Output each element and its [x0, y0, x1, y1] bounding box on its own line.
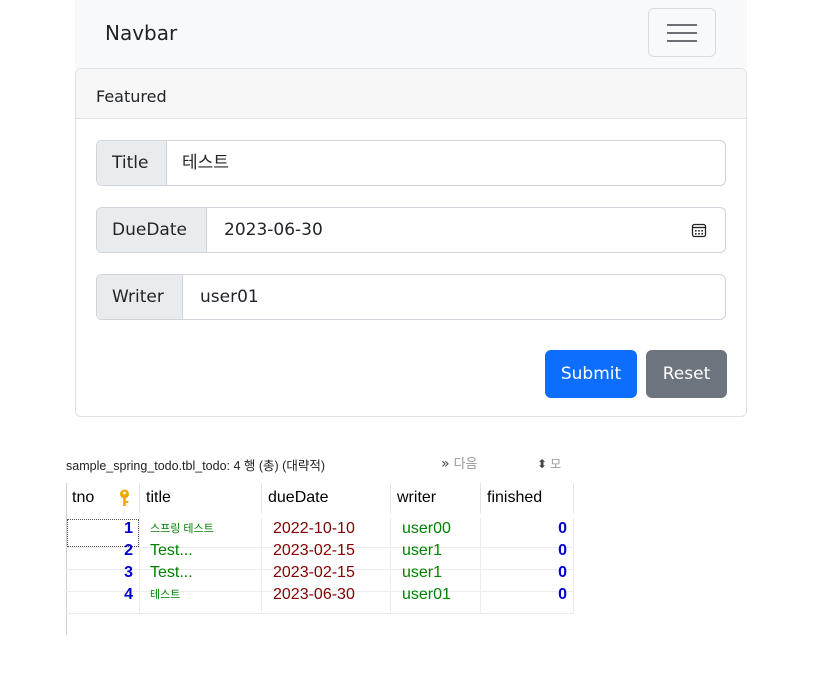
title-input-group: Title 테스트	[96, 140, 726, 186]
column-header-title[interactable]: title	[140, 483, 262, 513]
duedate-input-group: DueDate 2023-06-30	[96, 207, 726, 253]
sort-button[interactable]: ⬍ 모	[537, 455, 581, 472]
table-cell-tno[interactable]: 4	[66, 584, 140, 614]
hamburger-bar	[667, 40, 697, 42]
card-header: Featured	[76, 69, 746, 119]
todo-form-card: Featured Title 테스트 DueDate 2023-06-30 Wr…	[75, 68, 747, 417]
table-status-text: sample_spring_todo.tbl_todo: 4 행 (총) (대략…	[66, 459, 325, 473]
sort-updown-icon: ⬍	[537, 457, 548, 471]
writer-label: Writer	[97, 275, 183, 319]
double-chevron-right-icon: »	[441, 456, 450, 472]
table-cell-writer[interactable]: user01	[391, 584, 481, 614]
writer-input[interactable]: user01	[200, 275, 259, 319]
hamburger-bar	[667, 32, 697, 34]
navbar-toggler-button[interactable]	[648, 8, 716, 57]
table-cell-title[interactable]: 테스트	[140, 584, 262, 614]
reset-button[interactable]: Reset	[646, 350, 727, 398]
duedate-input[interactable]: 2023-06-30	[224, 208, 323, 252]
hamburger-menu-icon	[667, 24, 697, 26]
card-header-title: Featured	[96, 87, 167, 106]
next-label: 다음	[453, 457, 478, 472]
table-cell-duedate[interactable]: 2023-06-30	[262, 584, 391, 614]
title-label: Title	[97, 141, 167, 185]
navbar-brand[interactable]: Navbar	[105, 21, 177, 45]
column-header-tno[interactable]: tno	[66, 483, 140, 513]
column-header-duedate[interactable]: dueDate	[262, 483, 391, 513]
primary-key-icon	[120, 489, 129, 506]
writer-input-group: Writer user01	[96, 274, 726, 320]
calendar-icon[interactable]	[691, 222, 707, 238]
result-grid: tno title dueDate writer finished 1 스프링 …	[66, 483, 576, 633]
column-header-writer[interactable]: writer	[391, 483, 481, 513]
column-header-finished[interactable]: finished	[481, 483, 574, 513]
column-header-label: tno	[72, 489, 95, 506]
sort-label: 모	[550, 457, 562, 471]
title-input[interactable]: 테스트	[182, 141, 229, 185]
navbar: Navbar	[75, 0, 747, 68]
submit-button[interactable]: Submit	[545, 350, 637, 398]
next-page-button[interactable]: » 다음	[441, 453, 478, 472]
duedate-label: DueDate	[97, 208, 207, 252]
table-cell-finished[interactable]: 0	[481, 584, 574, 614]
